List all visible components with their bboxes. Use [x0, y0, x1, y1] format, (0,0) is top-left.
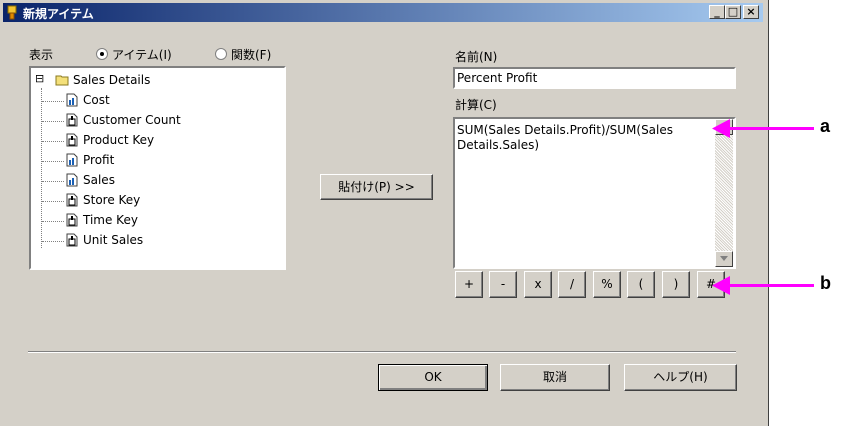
calc-scrollbar[interactable] — [715, 119, 733, 267]
dimension-icon — [66, 133, 78, 147]
callout-b-label: b — [820, 273, 831, 293]
tree-connector — [42, 201, 64, 202]
tree-connector — [42, 181, 64, 182]
title-bar[interactable]: 新規アイテム _ □ × — [3, 3, 763, 22]
tree-item-label: Cost — [83, 93, 110, 107]
radio-functions[interactable] — [215, 48, 227, 60]
radio-items[interactable] — [96, 48, 108, 60]
tree-item-label: Time Key — [83, 213, 138, 227]
maximize-button[interactable]: □ — [725, 5, 741, 19]
items-tree[interactable]: ⊟ Sales Details Cost Customer Count Produc… — [29, 66, 286, 270]
measure-icon — [66, 173, 78, 187]
tree-connector — [42, 161, 64, 162]
tree-item-label: Profit — [83, 153, 115, 167]
view-label: 表示 — [29, 48, 54, 62]
tree-item-label: Customer Count — [83, 113, 181, 127]
window-title: 新規アイテム — [23, 7, 94, 21]
calc-field[interactable]: SUM(Sales Details.Profit)/SUM(Sales Deta… — [453, 117, 736, 269]
tree-connector — [42, 221, 64, 222]
tree-connector — [42, 141, 64, 142]
operator-divide-button[interactable]: / — [558, 271, 586, 298]
callout-b-arrowhead — [712, 276, 730, 295]
radio-items-label[interactable]: アイテム(I) — [112, 46, 172, 63]
dimension-icon — [66, 193, 78, 207]
callout-a-arrowhead — [712, 119, 730, 138]
dimension-icon — [66, 113, 78, 127]
folder-icon — [55, 75, 69, 86]
operator-minus-button[interactable]: - — [489, 271, 517, 298]
tree-item-label: Sales — [83, 173, 115, 187]
cancel-button[interactable]: 取消 — [500, 364, 610, 391]
operator-multiply-button[interactable]: x — [524, 271, 552, 298]
collapse-toggle-icon[interactable]: ⊟ — [35, 72, 44, 85]
operator-plus-button[interactable]: + — [455, 271, 483, 298]
minimize-button[interactable]: _ — [709, 5, 725, 19]
name-value: Percent Profit — [457, 71, 538, 85]
callout-b-line — [726, 284, 814, 287]
paste-button[interactable]: 貼付け(P) >> — [320, 174, 433, 200]
operator-open-paren-button[interactable]: ( — [627, 271, 655, 298]
name-field[interactable]: Percent Profit — [453, 67, 736, 89]
tree-connector — [42, 121, 64, 122]
radio-functions-label[interactable]: 関数(F) — [231, 46, 271, 63]
close-button[interactable]: × — [743, 5, 759, 19]
new-item-dialog: 新規アイテム _ □ × 表示 アイテム(I) 関数(F) ⊟ Sales De… — [0, 0, 769, 426]
tree-connector — [41, 88, 42, 248]
separator — [28, 351, 736, 353]
calc-value: SUM(Sales Details.Profit)/SUM(Sales Deta… — [457, 123, 674, 152]
help-button[interactable]: ヘルプ(H) — [624, 364, 737, 391]
dimension-icon — [66, 213, 78, 227]
tree-item-label: Unit Sales — [83, 233, 144, 247]
tree-connector — [42, 241, 64, 242]
measure-icon — [66, 93, 78, 107]
scroll-down-button[interactable] — [715, 251, 733, 267]
tree-item-label: Store Key — [83, 193, 141, 207]
radio-selected-dot — [100, 52, 104, 56]
chevron-down-icon — [720, 256, 728, 261]
tree-root-label: Sales Details — [73, 73, 151, 87]
app-icon — [7, 5, 17, 20]
tree-connector — [42, 101, 64, 102]
measure-icon — [66, 153, 78, 167]
operator-close-paren-button[interactable]: ) — [662, 271, 690, 298]
ok-button[interactable]: OK — [378, 364, 488, 391]
tree-item-label: Product Key — [83, 133, 155, 147]
operator-percent-button[interactable]: % — [593, 271, 621, 298]
callout-a-line — [726, 127, 814, 130]
calc-label: 計算(C) — [455, 98, 497, 112]
dimension-icon — [66, 233, 78, 247]
name-label: 名前(N) — [455, 50, 498, 64]
callout-a-label: a — [820, 116, 831, 136]
